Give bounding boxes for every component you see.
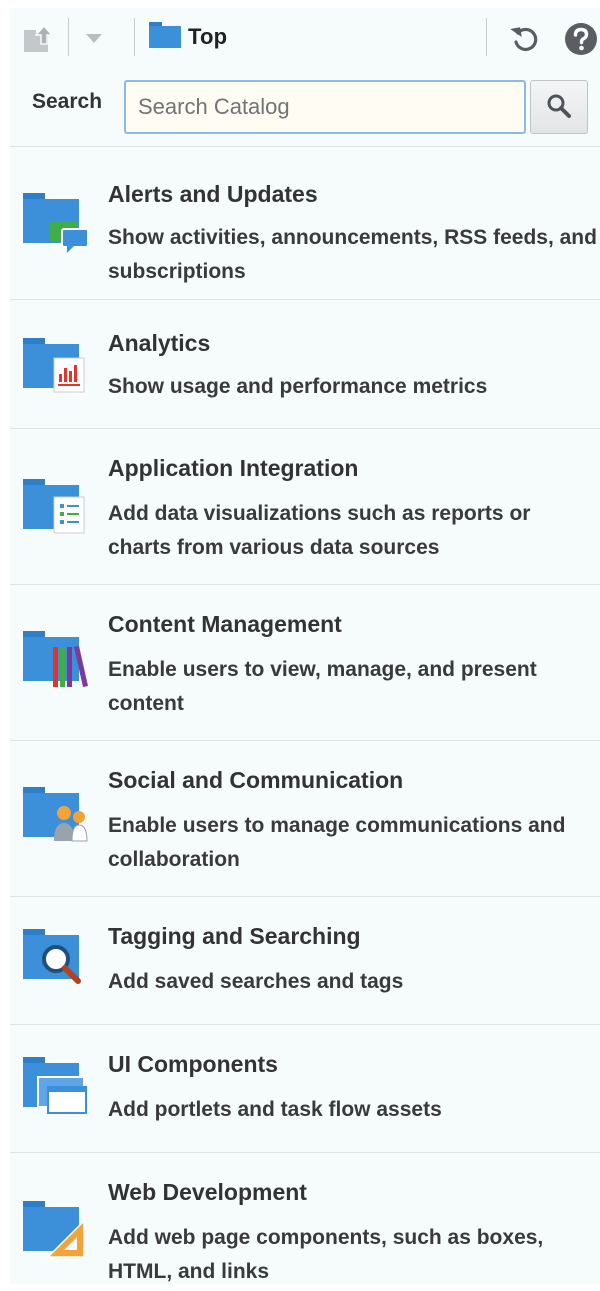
catalog-item-alerts-and-updates[interactable]: Alerts and Updates Show activities, anno… <box>10 147 600 300</box>
search-label: Search <box>32 90 103 113</box>
catalog-item-description: Show activities, announcements, RSS feed… <box>108 226 597 283</box>
catalog-list: Alerts and Updates Show activities, anno… <box>10 147 600 1284</box>
catalog-item-social-and-communication[interactable]: Social and Communication Enable users to… <box>10 741 600 897</box>
catalog-item-analytics[interactable]: Analytics Show usage and performance met… <box>10 300 600 429</box>
catalog-item-content-management[interactable]: Content Management Enable users to view,… <box>10 585 600 741</box>
catalog-item-title: Web Development <box>108 1179 307 1205</box>
catalog-item-description: Show usage and performance metrics <box>108 375 488 398</box>
upload-to-folder-icon[interactable] <box>22 22 56 56</box>
folder-integration-icon <box>20 477 90 541</box>
catalog-item-title: UI Components <box>108 1051 278 1077</box>
breadcrumb-label: Top <box>188 24 228 49</box>
folder-ui-components-icon <box>20 1055 90 1119</box>
folder-icon <box>148 20 182 55</box>
catalog-item-title: Alerts and Updates <box>108 181 318 207</box>
catalog-toolbar: Top <box>10 8 600 68</box>
magnifier-icon <box>546 93 572 122</box>
search-input[interactable] <box>124 80 526 134</box>
chevron-down-icon[interactable] <box>80 24 108 52</box>
catalog-item-description: Add data visualizations such as reports … <box>108 502 531 559</box>
catalog-item-description: Enable users to manage communications an… <box>108 814 566 871</box>
toolbar-separator <box>134 18 135 56</box>
folder-analytics-icon <box>20 336 90 400</box>
refresh-icon[interactable] <box>508 22 542 56</box>
catalog-item-application-integration[interactable]: Application Integration Add data visuali… <box>10 429 600 585</box>
folder-social-icon <box>20 785 90 849</box>
help-icon[interactable] <box>564 22 598 56</box>
catalog-item-web-development[interactable]: Web Development Add web page components,… <box>10 1153 600 1284</box>
folder-web-development-icon <box>20 1199 90 1263</box>
catalog-item-title: Analytics <box>108 330 211 356</box>
folder-content-icon <box>20 629 90 693</box>
toolbar-separator <box>486 18 487 56</box>
catalog-item-title: Content Management <box>108 611 342 637</box>
catalog-item-description: Add portlets and task flow assets <box>108 1098 442 1121</box>
catalog-item-tagging-and-searching[interactable]: Tagging and Searching Add saved searches… <box>10 897 600 1025</box>
catalog-item-title: Application Integration <box>108 455 359 481</box>
catalog-item-title: Tagging and Searching <box>108 923 361 949</box>
toolbar-separator <box>68 18 69 56</box>
catalog-item-description: Add web page components, such as boxes, … <box>108 1226 544 1283</box>
catalog-item-description: Enable users to view, manage, and presen… <box>108 658 537 715</box>
catalog-item-description: Add saved searches and tags <box>108 970 404 993</box>
breadcrumb[interactable]: Top <box>148 18 227 56</box>
folder-search-icon <box>20 927 90 991</box>
catalog-item-title: Social and Communication <box>108 767 404 793</box>
resource-catalog-panel: Top Search Search Catalog Alerts and Upd… <box>10 8 600 1284</box>
search-button[interactable] <box>530 80 588 134</box>
folder-alerts-icon <box>20 191 90 255</box>
catalog-item-ui-components[interactable]: UI Components Add portlets and task flow… <box>10 1025 600 1153</box>
